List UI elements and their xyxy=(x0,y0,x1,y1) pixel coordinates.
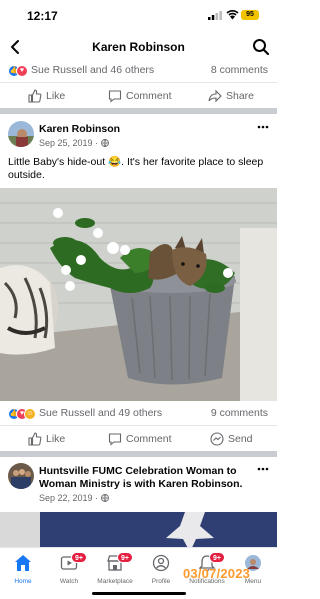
signal-icon xyxy=(208,11,222,20)
post-photo[interactable] xyxy=(0,188,277,401)
tab-watch[interactable]: 9+ Watch xyxy=(46,552,92,594)
post-date: Sep 22, 2019 · xyxy=(39,493,109,503)
prev-post-reactions[interactable]: 👍 ♥ Sue Russell and 46 others 8 comments xyxy=(0,62,277,80)
comment-count[interactable]: 8 comments xyxy=(211,64,268,76)
battery-indicator: 95 xyxy=(241,10,259,20)
page-header: Karen Robinson xyxy=(0,32,277,62)
globe-icon xyxy=(100,139,109,148)
prev-post-actions: Like Comment Share xyxy=(0,82,277,108)
share-icon xyxy=(208,89,222,103)
next-post-photo[interactable] xyxy=(0,512,277,552)
notifications-badge: 9+ xyxy=(209,552,225,563)
haha-reaction-icon: ☺ xyxy=(24,408,36,420)
profile-icon xyxy=(152,554,170,572)
more-options-icon[interactable] xyxy=(257,125,269,129)
group-avatar[interactable] xyxy=(8,463,34,489)
post-divider xyxy=(0,451,277,457)
home-icon xyxy=(15,555,31,571)
post-text: Little Baby's hide-out 😂. It's her favor… xyxy=(8,156,264,181)
page-title: Karen Robinson xyxy=(92,40,185,54)
thumbs-up-icon xyxy=(28,432,42,446)
comment-count[interactable]: 9 comments xyxy=(211,407,268,419)
status-time: 12:17 xyxy=(27,9,58,23)
tab-profile[interactable]: Profile xyxy=(138,554,184,594)
tab-marketplace[interactable]: 9+ Marketplace xyxy=(92,552,138,594)
comment-icon xyxy=(108,90,122,103)
post-header: Karen Robinson Sep 25, 2019 · xyxy=(0,121,277,155)
more-options-icon[interactable] xyxy=(257,467,269,471)
post-date: Sep 25, 2019 · xyxy=(39,138,109,148)
comment-icon xyxy=(108,433,122,446)
next-post-header: Huntsville FUMC Celebration Woman to Wom… xyxy=(0,463,277,503)
author-avatar[interactable] xyxy=(8,121,34,147)
post-author[interactable]: Karen Robinson xyxy=(39,123,239,136)
messenger-icon xyxy=(210,432,224,446)
post-reactions[interactable]: 👍 ♥ ☺ Sue Russell and 49 others 9 commen… xyxy=(0,405,277,423)
status-bar: 12:17 95 xyxy=(0,0,277,30)
tab-home[interactable]: Home xyxy=(0,554,46,594)
post-author[interactable]: Huntsville FUMC Celebration Woman to Wom… xyxy=(39,465,254,491)
thumbs-up-icon xyxy=(28,89,42,103)
globe-icon xyxy=(100,494,109,503)
post-divider xyxy=(0,108,277,114)
reaction-names: Sue Russell and 46 others xyxy=(31,64,155,76)
wifi-icon xyxy=(226,10,239,20)
search-icon[interactable] xyxy=(252,38,270,56)
post-actions: Like Comment Send xyxy=(0,425,277,451)
home-indicator[interactable] xyxy=(92,592,186,595)
date-watermark: 03/07/2023 xyxy=(183,566,251,581)
marketplace-badge: 9+ xyxy=(117,552,133,563)
watch-badge: 9+ xyxy=(71,552,87,563)
love-reaction-icon: ♥ xyxy=(16,65,28,77)
reaction-names: Sue Russell and 49 others xyxy=(39,407,163,419)
